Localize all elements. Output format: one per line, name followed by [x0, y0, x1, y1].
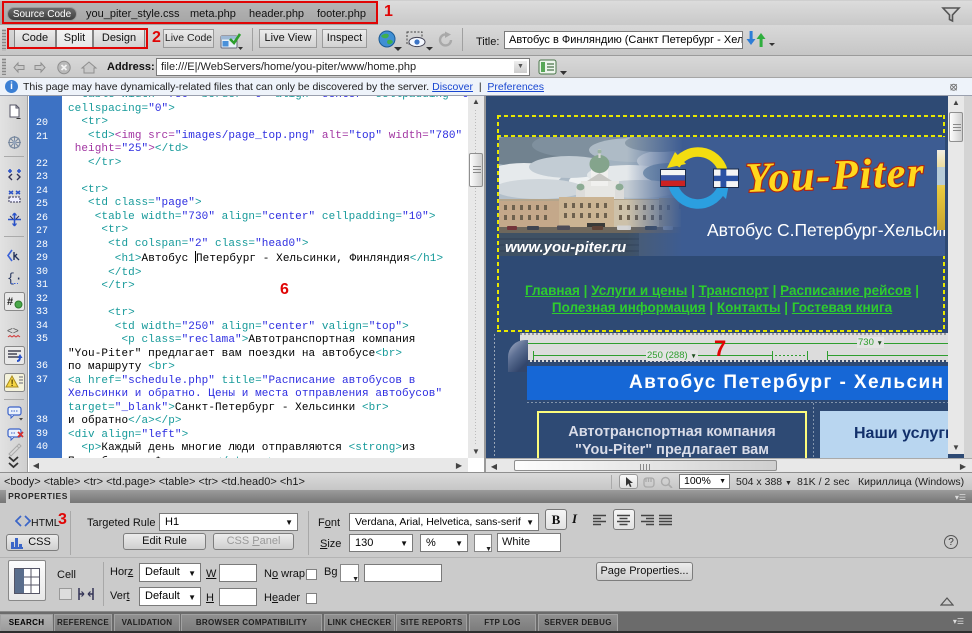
- svg-text:Автобус С.Петербург-Хельсинки: Автобус С.Петербург-Хельсинки: [707, 220, 945, 240]
- svg-text:#: #: [7, 296, 13, 308]
- svg-text:<>: <>: [7, 326, 19, 337]
- svg-text:{·}: {·}: [7, 271, 22, 285]
- svg-text:www.you-piter.ru: www.you-piter.ru: [505, 239, 626, 256]
- svg-text:!: !: [11, 378, 14, 388]
- svg-text:You-Piter: You-Piter: [745, 150, 925, 202]
